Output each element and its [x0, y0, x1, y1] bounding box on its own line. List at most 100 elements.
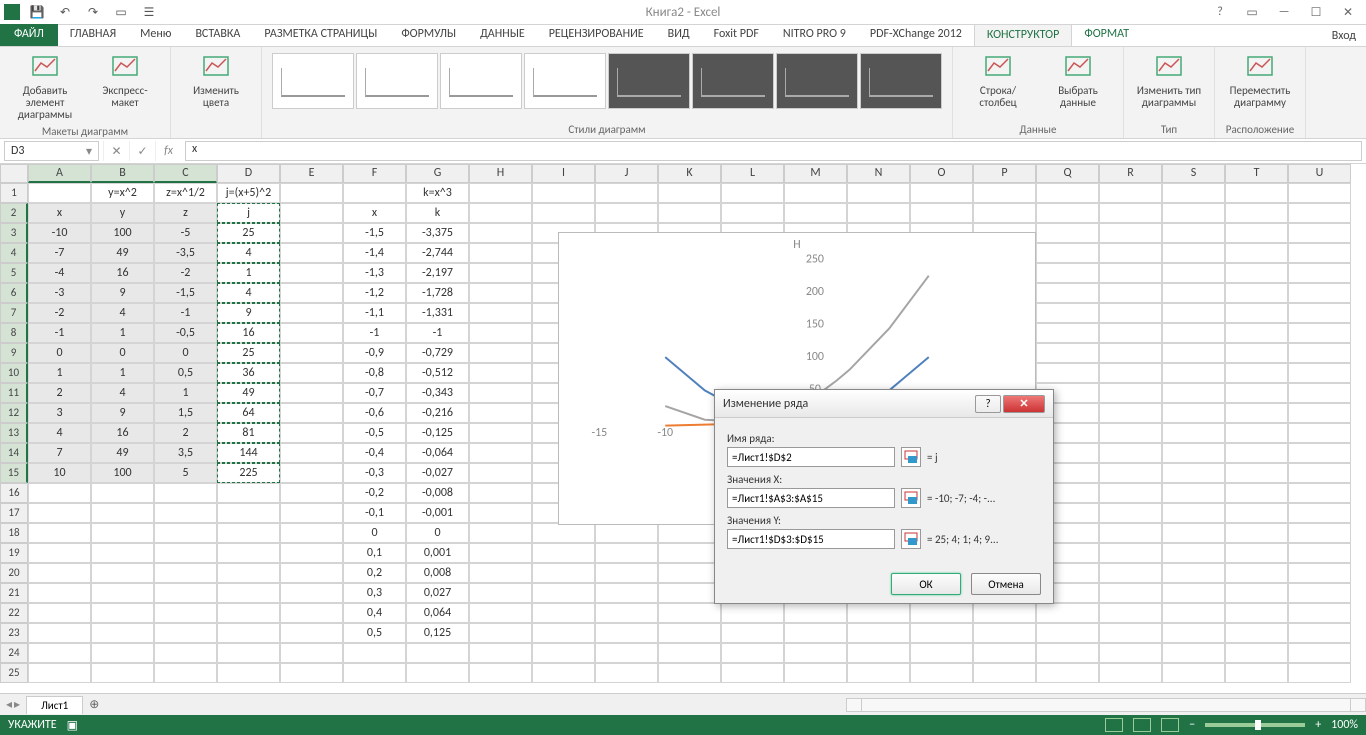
- cell-R23[interactable]: [1099, 623, 1162, 643]
- cell-H12[interactable]: [469, 403, 532, 423]
- cell-C4[interactable]: -3,5: [154, 243, 217, 263]
- cell-U21[interactable]: [1288, 583, 1351, 603]
- cell-K25[interactable]: [658, 663, 721, 683]
- cell-C14[interactable]: 3,5: [154, 443, 217, 463]
- col-header-N[interactable]: N: [847, 164, 910, 183]
- cell-E8[interactable]: [280, 323, 343, 343]
- cell-B13[interactable]: 16: [91, 423, 154, 443]
- cell-A10[interactable]: 1: [28, 363, 91, 383]
- row-header-15[interactable]: 15: [0, 463, 28, 483]
- cell-S2[interactable]: [1162, 203, 1225, 223]
- cell-E1[interactable]: [280, 183, 343, 203]
- cell-F13[interactable]: -0,5: [343, 423, 406, 443]
- cell-G5[interactable]: -2,197: [406, 263, 469, 283]
- cell-C12[interactable]: 1,5: [154, 403, 217, 423]
- cell-U18[interactable]: [1288, 523, 1351, 543]
- cell-B18[interactable]: [91, 523, 154, 543]
- cell-A14[interactable]: 7: [28, 443, 91, 463]
- horizontal-scrollbar[interactable]: [846, 698, 1366, 712]
- cell-F20[interactable]: 0,2: [343, 563, 406, 583]
- cell-C7[interactable]: -1: [154, 303, 217, 323]
- cell-P24[interactable]: [973, 643, 1036, 663]
- tab-8[interactable]: Foxit PDF: [702, 24, 771, 46]
- cell-H11[interactable]: [469, 383, 532, 403]
- row-header-10[interactable]: 10: [0, 363, 28, 383]
- cell-H19[interactable]: [469, 543, 532, 563]
- zoom-slider[interactable]: [1205, 723, 1305, 727]
- tab-9[interactable]: NITRO PRO 9: [771, 24, 858, 46]
- cell-U13[interactable]: [1288, 423, 1351, 443]
- cell-S13[interactable]: [1162, 423, 1225, 443]
- cell-T9[interactable]: [1225, 343, 1288, 363]
- cell-F17[interactable]: -0,1: [343, 503, 406, 523]
- cell-U17[interactable]: [1288, 503, 1351, 523]
- cell-S25[interactable]: [1162, 663, 1225, 683]
- cell-B16[interactable]: [91, 483, 154, 503]
- cell-B21[interactable]: [91, 583, 154, 603]
- cell-E22[interactable]: [280, 603, 343, 623]
- cell-C6[interactable]: -1,5: [154, 283, 217, 303]
- qat-new[interactable]: ▭: [110, 1, 132, 23]
- cell-C23[interactable]: [154, 623, 217, 643]
- cell-P1[interactable]: [973, 183, 1036, 203]
- chart-style-0[interactable]: [272, 53, 354, 109]
- cell-L22[interactable]: [721, 603, 784, 623]
- cell-L24[interactable]: [721, 643, 784, 663]
- cell-D4[interactable]: 4: [217, 243, 280, 263]
- cell-U23[interactable]: [1288, 623, 1351, 643]
- cell-G16[interactable]: -0,008: [406, 483, 469, 503]
- cell-D15[interactable]: 225: [217, 463, 280, 483]
- cell-T13[interactable]: [1225, 423, 1288, 443]
- cell-T3[interactable]: [1225, 223, 1288, 243]
- row-header-4[interactable]: 4: [0, 243, 28, 263]
- ref-picker-x[interactable]: [901, 488, 921, 508]
- cell-N24[interactable]: [847, 643, 910, 663]
- cell-Q5[interactable]: [1036, 263, 1099, 283]
- qat-save[interactable]: 💾: [26, 1, 48, 23]
- cell-F11[interactable]: -0,7: [343, 383, 406, 403]
- cell-H1[interactable]: [469, 183, 532, 203]
- cell-Q23[interactable]: [1036, 623, 1099, 643]
- col-header-L[interactable]: L: [721, 164, 784, 183]
- sheet-nav-last[interactable]: ▸: [14, 697, 20, 712]
- cell-P23[interactable]: [973, 623, 1036, 643]
- tab-10[interactable]: PDF-XChange 2012: [858, 24, 974, 46]
- cell-J19[interactable]: [595, 543, 658, 563]
- cell-B19[interactable]: [91, 543, 154, 563]
- cell-U3[interactable]: [1288, 223, 1351, 243]
- zoom-level[interactable]: 100%: [1331, 718, 1358, 732]
- cell-C10[interactable]: 0,5: [154, 363, 217, 383]
- col-header-Q[interactable]: Q: [1036, 164, 1099, 183]
- cell-A1[interactable]: [28, 183, 91, 203]
- row-header-22[interactable]: 22: [0, 603, 28, 623]
- cell-E23[interactable]: [280, 623, 343, 643]
- cell-R4[interactable]: [1099, 243, 1162, 263]
- cell-B4[interactable]: 49: [91, 243, 154, 263]
- cell-O1[interactable]: [910, 183, 973, 203]
- cell-J25[interactable]: [595, 663, 658, 683]
- ref-picker-y[interactable]: [901, 529, 921, 549]
- cell-R9[interactable]: [1099, 343, 1162, 363]
- cell-E20[interactable]: [280, 563, 343, 583]
- cell-C21[interactable]: [154, 583, 217, 603]
- col-header-H[interactable]: H: [469, 164, 532, 183]
- cell-O25[interactable]: [910, 663, 973, 683]
- cell-G3[interactable]: -3,375: [406, 223, 469, 243]
- cell-E14[interactable]: [280, 443, 343, 463]
- cell-C8[interactable]: -0,5: [154, 323, 217, 343]
- cell-D17[interactable]: [217, 503, 280, 523]
- cell-F1[interactable]: [343, 183, 406, 203]
- cell-T18[interactable]: [1225, 523, 1288, 543]
- col-header-U[interactable]: U: [1288, 164, 1351, 183]
- cell-Q4[interactable]: [1036, 243, 1099, 263]
- cell-C5[interactable]: -2: [154, 263, 217, 283]
- cell-S15[interactable]: [1162, 463, 1225, 483]
- cell-F7[interactable]: -1,1: [343, 303, 406, 323]
- row-header-1[interactable]: 1: [0, 183, 28, 203]
- cell-A6[interactable]: -3: [28, 283, 91, 303]
- cell-H21[interactable]: [469, 583, 532, 603]
- cell-B24[interactable]: [91, 643, 154, 663]
- view-normal[interactable]: [1105, 718, 1123, 732]
- cell-E7[interactable]: [280, 303, 343, 323]
- cell-E3[interactable]: [280, 223, 343, 243]
